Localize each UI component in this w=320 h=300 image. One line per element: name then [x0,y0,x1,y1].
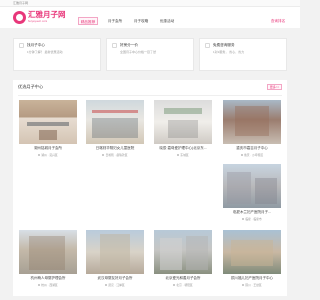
center-photo [223,100,281,144]
chat-icon [205,43,210,48]
center-location: 重庆 · 沙坪坝区 [223,153,281,157]
nav-item-ranking[interactable]: 查询排名 [268,17,288,25]
center-photo [154,100,212,144]
center-name: 晓辰·嘉母爱护理中心(北京东... [159,146,207,150]
center-name: 临夏木兰妇产医院月子... [233,210,271,214]
info-card-subtitle: 1对1服务， 省心、省力 [213,50,245,54]
center-location: 武汉 · 江岸区 [86,283,144,287]
location-pin-icon [242,284,245,287]
center-photo [19,100,77,144]
search-icon [19,43,24,48]
info-card-consult[interactable]: 免费咨询服务 1对1服务， 省心、省力 [199,38,287,71]
center-photo [223,164,281,208]
center-name: 杭州萌人母婴护理会所 [30,276,66,280]
center-name: 武汉母婴友好月子会所 [97,276,133,280]
location-pin-icon [38,284,41,287]
more-button[interactable]: 更多>> [267,84,282,90]
nav-item-recommend[interactable]: 精品推荐 [78,17,98,25]
info-card-title: 免费咨询服务 [213,43,235,47]
nav-item-guides[interactable]: 月子攻略 [131,17,151,25]
location-pin-icon [177,154,180,157]
info-card-title: 好房分一价 [120,43,138,47]
center-photo [86,230,144,274]
info-cards: 找月子中心 1分钟了解？ 最新优惠活动 好房分一价 全国月子中心价格一目了然 免… [13,38,287,71]
center-name: 北京爱光和善月子会所 [165,276,201,280]
center-location: 日喀则 · 桑珠孜区 [86,153,144,157]
center-photo [223,230,281,274]
price-tag-icon [112,43,117,48]
info-card-subtitle: 1分钟了解？ 最新优惠活动 [27,50,63,54]
location-pin-icon [242,218,245,221]
center-location: 东城区 [154,153,212,157]
nav-item-clubs[interactable]: 月子会所 [105,17,125,25]
info-card-subtitle: 全国月子中心价格一目了然 [120,50,157,54]
featured-centers-section: 优选月子中心 更多>> 湖州铭城月子会所 湖州 · 吴兴区 日喀则华阴妇女儿童医… [13,80,287,296]
center-photo [19,230,77,274]
location-pin-icon [240,154,243,157]
section-title: 优选月子中心 [18,84,44,89]
center-name: 重庆市嘉吉月子中心 [236,146,268,150]
center-location: 湖州 · 吴兴区 [19,153,77,157]
center-name: 日喀则华阴妇女儿童医院 [95,146,135,150]
center-name: 湖州铭城月子会所 [34,146,62,150]
center-location: 铜川 · 王益区 [223,283,281,287]
location-pin-icon [105,284,108,287]
info-card-title: 找月子中心 [27,43,45,47]
center-name: 铜川福儿妇产医院月子中心 [231,276,273,280]
center-location: 杭州 · 西湖区 [19,283,77,287]
center-location: 北京 · 朝阳区 [154,283,212,287]
top-bar-welcome: 汇雅月子网 [13,1,29,5]
section-divider [18,95,282,96]
center-photo [154,230,212,274]
center-photo [86,100,144,144]
center-location: 临夏 · 临夏市 [223,217,281,221]
top-bar: 汇雅月子网 [0,0,300,7]
location-pin-icon [38,154,41,157]
location-pin-icon [173,284,176,287]
main-nav: 精品推荐 月子会所 月子攻略 优惠活动 查询排名 [0,14,300,28]
nav-item-promotions[interactable]: 优惠活动 [157,17,177,25]
info-card-find-center[interactable]: 找月子中心 1分钟了解？ 最新优惠活动 [13,38,101,71]
info-card-price[interactable]: 好房分一价 全国月子中心价格一目了然 [106,38,194,71]
